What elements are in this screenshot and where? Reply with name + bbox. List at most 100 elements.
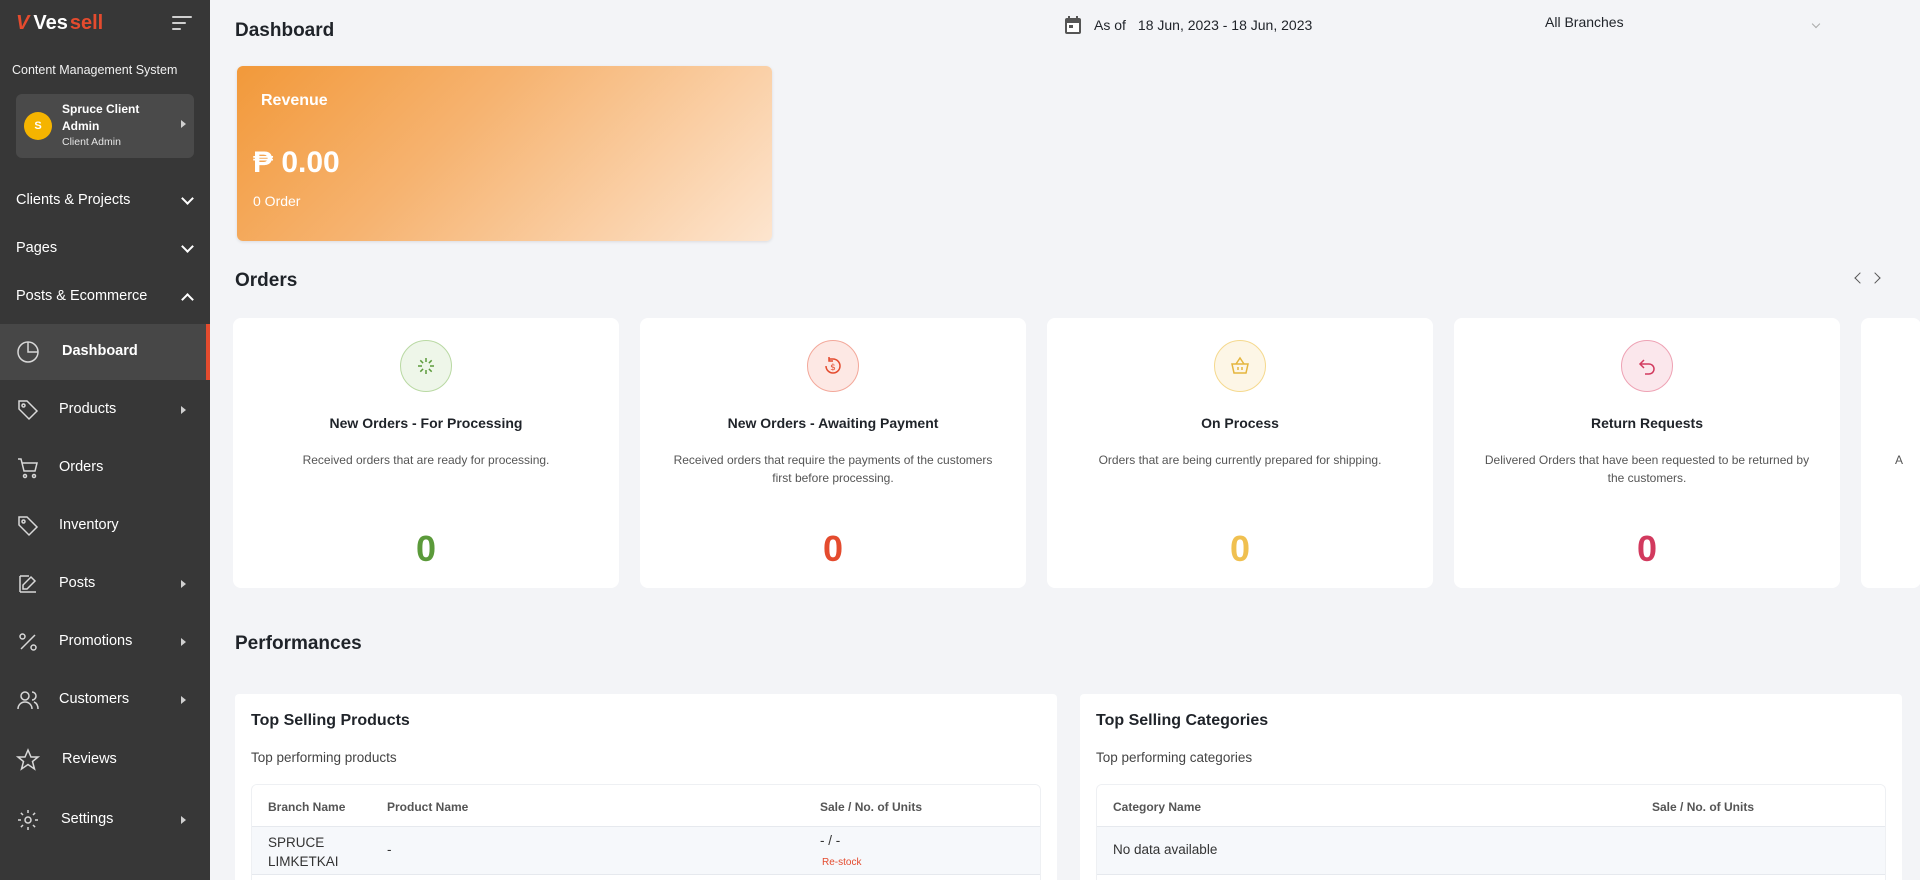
percent-icon [19,633,37,651]
spinner-icon [400,340,452,392]
date-range-picker[interactable]: As of 18 Jun, 2023 - 18 Jun, 2023 [1064,15,1312,35]
top-selling-categories-panel: Top Selling Categories Top performing ca… [1080,694,1902,880]
column-header[interactable]: Sale / No. of Units [1652,800,1754,814]
panel-title: Top Selling Categories [1096,712,1269,729]
sidebar-item-orders[interactable]: Orders [0,440,210,496]
date-range-value: 18 Jun, 2023 - 18 Jun, 2023 [1137,17,1313,33]
user-name: Spruce Client Admin [62,102,140,133]
order-card-on-process[interactable]: On Process Orders that are being current… [1047,318,1433,588]
gear-icon [18,810,38,830]
chevron-right-icon [181,580,186,588]
cell-product: - [387,842,392,857]
order-card-count: 0 [822,528,844,569]
chevron-right-icon [181,816,186,824]
sidebar-item-label: Posts [59,575,96,591]
cell-sale: - / - [820,833,841,848]
order-card-return-requests[interactable]: Return Requests Delivered Orders that ha… [1454,318,1840,588]
order-card-for-processing[interactable]: New Orders - For Processing Received ord… [233,318,619,588]
user-profile-card[interactable]: S Spruce Client Admin Client Admin [16,94,194,158]
basket-icon [1214,340,1266,392]
sidebar-item-posts[interactable]: Posts [0,556,210,612]
calendar-icon [1065,16,1081,34]
page-title: Dashboard [235,20,335,41]
order-card-desc: Orders that are being currently prepared… [1098,453,1382,467]
star-icon [16,748,40,771]
payment-icon: $ [807,340,859,392]
sidebar-item-label: Settings [61,811,114,827]
panel-subtitle: Top performing products [251,750,397,765]
sidebar-item-dashboard[interactable]: Dashboard [0,324,210,380]
order-card-partial[interactable]: A [1861,318,1920,588]
empty-state-text: No data available [1113,842,1218,857]
sidebar-item-reviews[interactable]: Reviews [0,732,210,788]
table-row-empty: No data available [1097,827,1885,875]
chevron-right-icon [181,120,186,128]
section-label: Clients & Projects [16,192,131,208]
order-card-title: New Orders - Awaiting Payment [727,415,939,431]
users-icon [17,691,39,710]
chevron-right-icon [181,696,186,704]
column-header[interactable]: Sale / No. of Units [820,800,922,814]
chevron-down-icon [1811,19,1821,29]
table-header: Branch Name Product Name Sale / No. of U… [252,785,1040,827]
top-categories-table: Category Name Sale / No. of Units No dat… [1096,784,1886,880]
sidebar-item-customers[interactable]: Customers [0,672,210,728]
order-card-awaiting-payment[interactable]: $ New Orders - Awaiting Payment Received… [640,318,1026,588]
revenue-title: Revenue [261,92,328,109]
restock-link[interactable]: Re-stock [822,857,861,868]
sidebar-item-label: Dashboard [62,343,138,359]
branch-select-value: All Branches [1545,14,1624,30]
return-icon [1621,340,1673,392]
carousel-next-icon[interactable] [1869,270,1884,286]
brand-name-part1: Ves [33,12,68,34]
sidebar-item-products[interactable]: Products [0,382,210,438]
sidebar-item-label: Products [59,401,117,417]
sidebar-item-label: Promotions [59,633,133,649]
avatar: S [24,112,52,140]
top-selling-products-panel: Top Selling Products Top performing prod… [235,694,1057,880]
vessell-logo-icon: V [16,12,30,34]
panel-title: Top Selling Products [251,712,410,729]
order-card-title: On Process [1201,415,1279,431]
branch-select[interactable]: All Branches [1545,14,1825,38]
pie-chart-icon [17,341,39,363]
order-card-count: 0 [415,528,437,569]
section-label: Posts & Ecommerce [16,288,148,304]
chevron-up-icon [181,293,194,306]
sidebar-item-label: Customers [59,691,130,707]
performances-section-title: Performances [235,633,362,654]
chevron-right-icon [181,638,186,646]
orders-section-title: Orders [235,270,298,291]
order-card-desc: A [1895,453,1904,467]
sidebar: V Ves sell Content Management System S Sp… [0,0,210,880]
sidebar-item-inventory[interactable]: Inventory [0,498,210,554]
section-pages[interactable]: Pages [0,225,210,271]
order-card-title: Return Requests [1590,415,1704,431]
tag-icon [18,400,39,421]
sidebar-item-settings[interactable]: Settings [0,792,210,848]
order-card-desc: Received orders that require the payment… [673,453,993,485]
order-card-desc: Delivered Orders that have been requeste… [1484,453,1810,485]
panel-subtitle: Top performing categories [1096,750,1253,765]
order-card-count: 0 [1636,528,1658,569]
section-posts-ecommerce[interactable]: Posts & Ecommerce [0,273,210,319]
cms-title: Content Management System [12,63,178,77]
brand-logo[interactable]: V Ves sell [16,12,103,35]
chevron-right-icon [181,406,186,414]
section-label: Pages [16,240,58,256]
section-clients-projects[interactable]: Clients & Projects [0,177,210,223]
sidebar-item-promotions[interactable]: Promotions [0,614,210,670]
revenue-orders: 0 Order [253,193,301,209]
menu-toggle-icon[interactable] [172,16,192,32]
cell-branch: SPRUCE LIMKETKAI [268,835,339,869]
table-header: Category Name Sale / No. of Units [1097,785,1885,827]
chevron-down-icon [181,192,194,205]
table-row[interactable]: SPRUCE LIMKETKAI - - / - Re-stock [252,827,1040,875]
column-header[interactable]: Category Name [1113,800,1201,814]
brand-name-part2: sell [69,12,104,34]
top-products-table: Branch Name Product Name Sale / No. of U… [251,784,1041,880]
column-header[interactable]: Product Name [387,800,468,814]
column-header[interactable]: Branch Name [268,800,345,814]
revenue-card: Revenue ₱ 0.00 0 Order [237,66,772,241]
carousel-prev-icon[interactable] [1852,270,1866,286]
